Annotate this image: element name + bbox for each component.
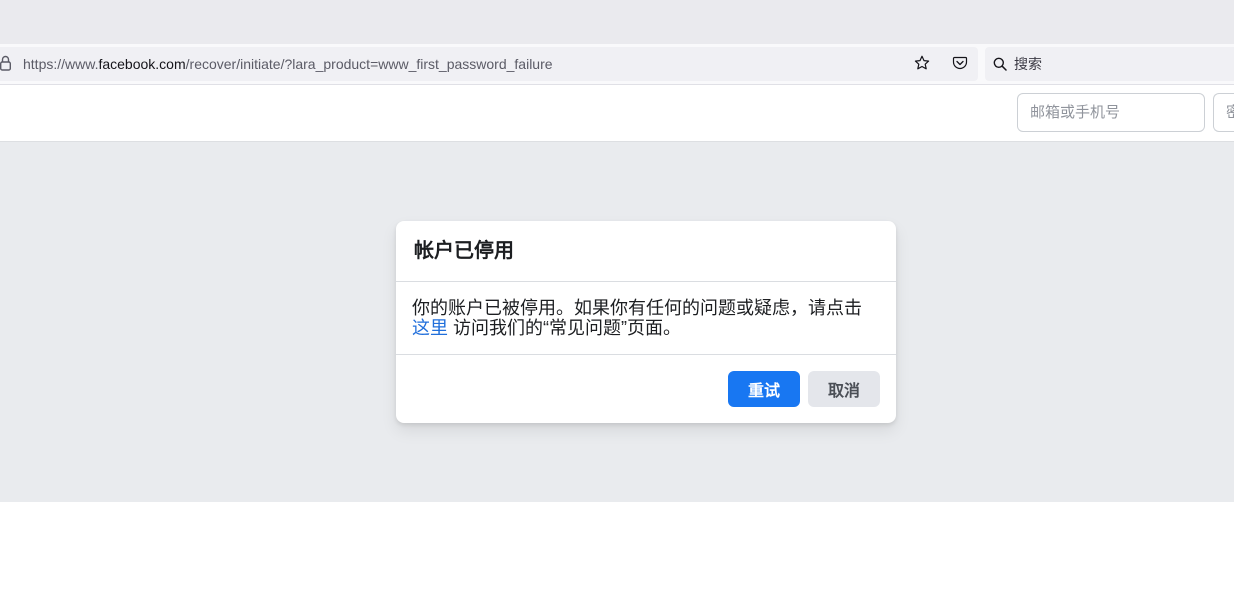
browser-tab-strip bbox=[0, 0, 1234, 44]
url-prefix: https://www. bbox=[23, 56, 99, 72]
retry-button[interactable]: 重试 bbox=[728, 371, 800, 407]
main-content: 帐户已停用 你的账户已被停用。如果你有任何的问题或疑虑，请点击 这里 访问我们的“… bbox=[0, 142, 1234, 502]
pocket-icon[interactable] bbox=[952, 55, 968, 71]
dialog-header: 帐户已停用 bbox=[396, 221, 896, 282]
faq-link[interactable]: 这里 bbox=[412, 318, 448, 338]
message-text-after-link: 访问我们的“常见问题”页面。 bbox=[448, 318, 681, 338]
search-icon bbox=[993, 57, 1007, 71]
email-field[interactable] bbox=[1017, 93, 1205, 132]
star-icon[interactable] bbox=[914, 55, 930, 71]
url-path: /recover/initiate/?lara_product=www_firs… bbox=[185, 56, 553, 72]
message-text: 你的账户已被停用。如果你有任何的问题或疑虑，请点击 bbox=[412, 298, 862, 318]
cancel-button[interactable]: 取消 bbox=[808, 371, 880, 407]
site-header bbox=[0, 85, 1234, 142]
browser-search-input[interactable] bbox=[1014, 47, 1224, 81]
address-bar[interactable]: https://www.facebook.com/recover/initiat… bbox=[0, 47, 978, 81]
password-field[interactable] bbox=[1213, 93, 1234, 132]
dialog-title: 帐户已停用 bbox=[414, 240, 514, 262]
url-host: facebook.com bbox=[98, 56, 186, 72]
dialog-footer: 重试 取消 bbox=[396, 355, 896, 423]
address-bar-url[interactable]: https://www.facebook.com/recover/initiat… bbox=[23, 47, 553, 81]
account-disabled-dialog: 帐户已停用 你的账户已被停用。如果你有任何的问题或疑虑，请点击 这里 访问我们的“… bbox=[396, 221, 896, 423]
dialog-message: 你的账户已被停用。如果你有任何的问题或疑虑，请点击 这里 访问我们的“常见问题”页… bbox=[396, 282, 896, 355]
browser-search-box[interactable] bbox=[985, 47, 1234, 81]
browser-toolbar: https://www.facebook.com/recover/initiat… bbox=[0, 44, 1234, 85]
lock-icon[interactable] bbox=[0, 55, 11, 71]
